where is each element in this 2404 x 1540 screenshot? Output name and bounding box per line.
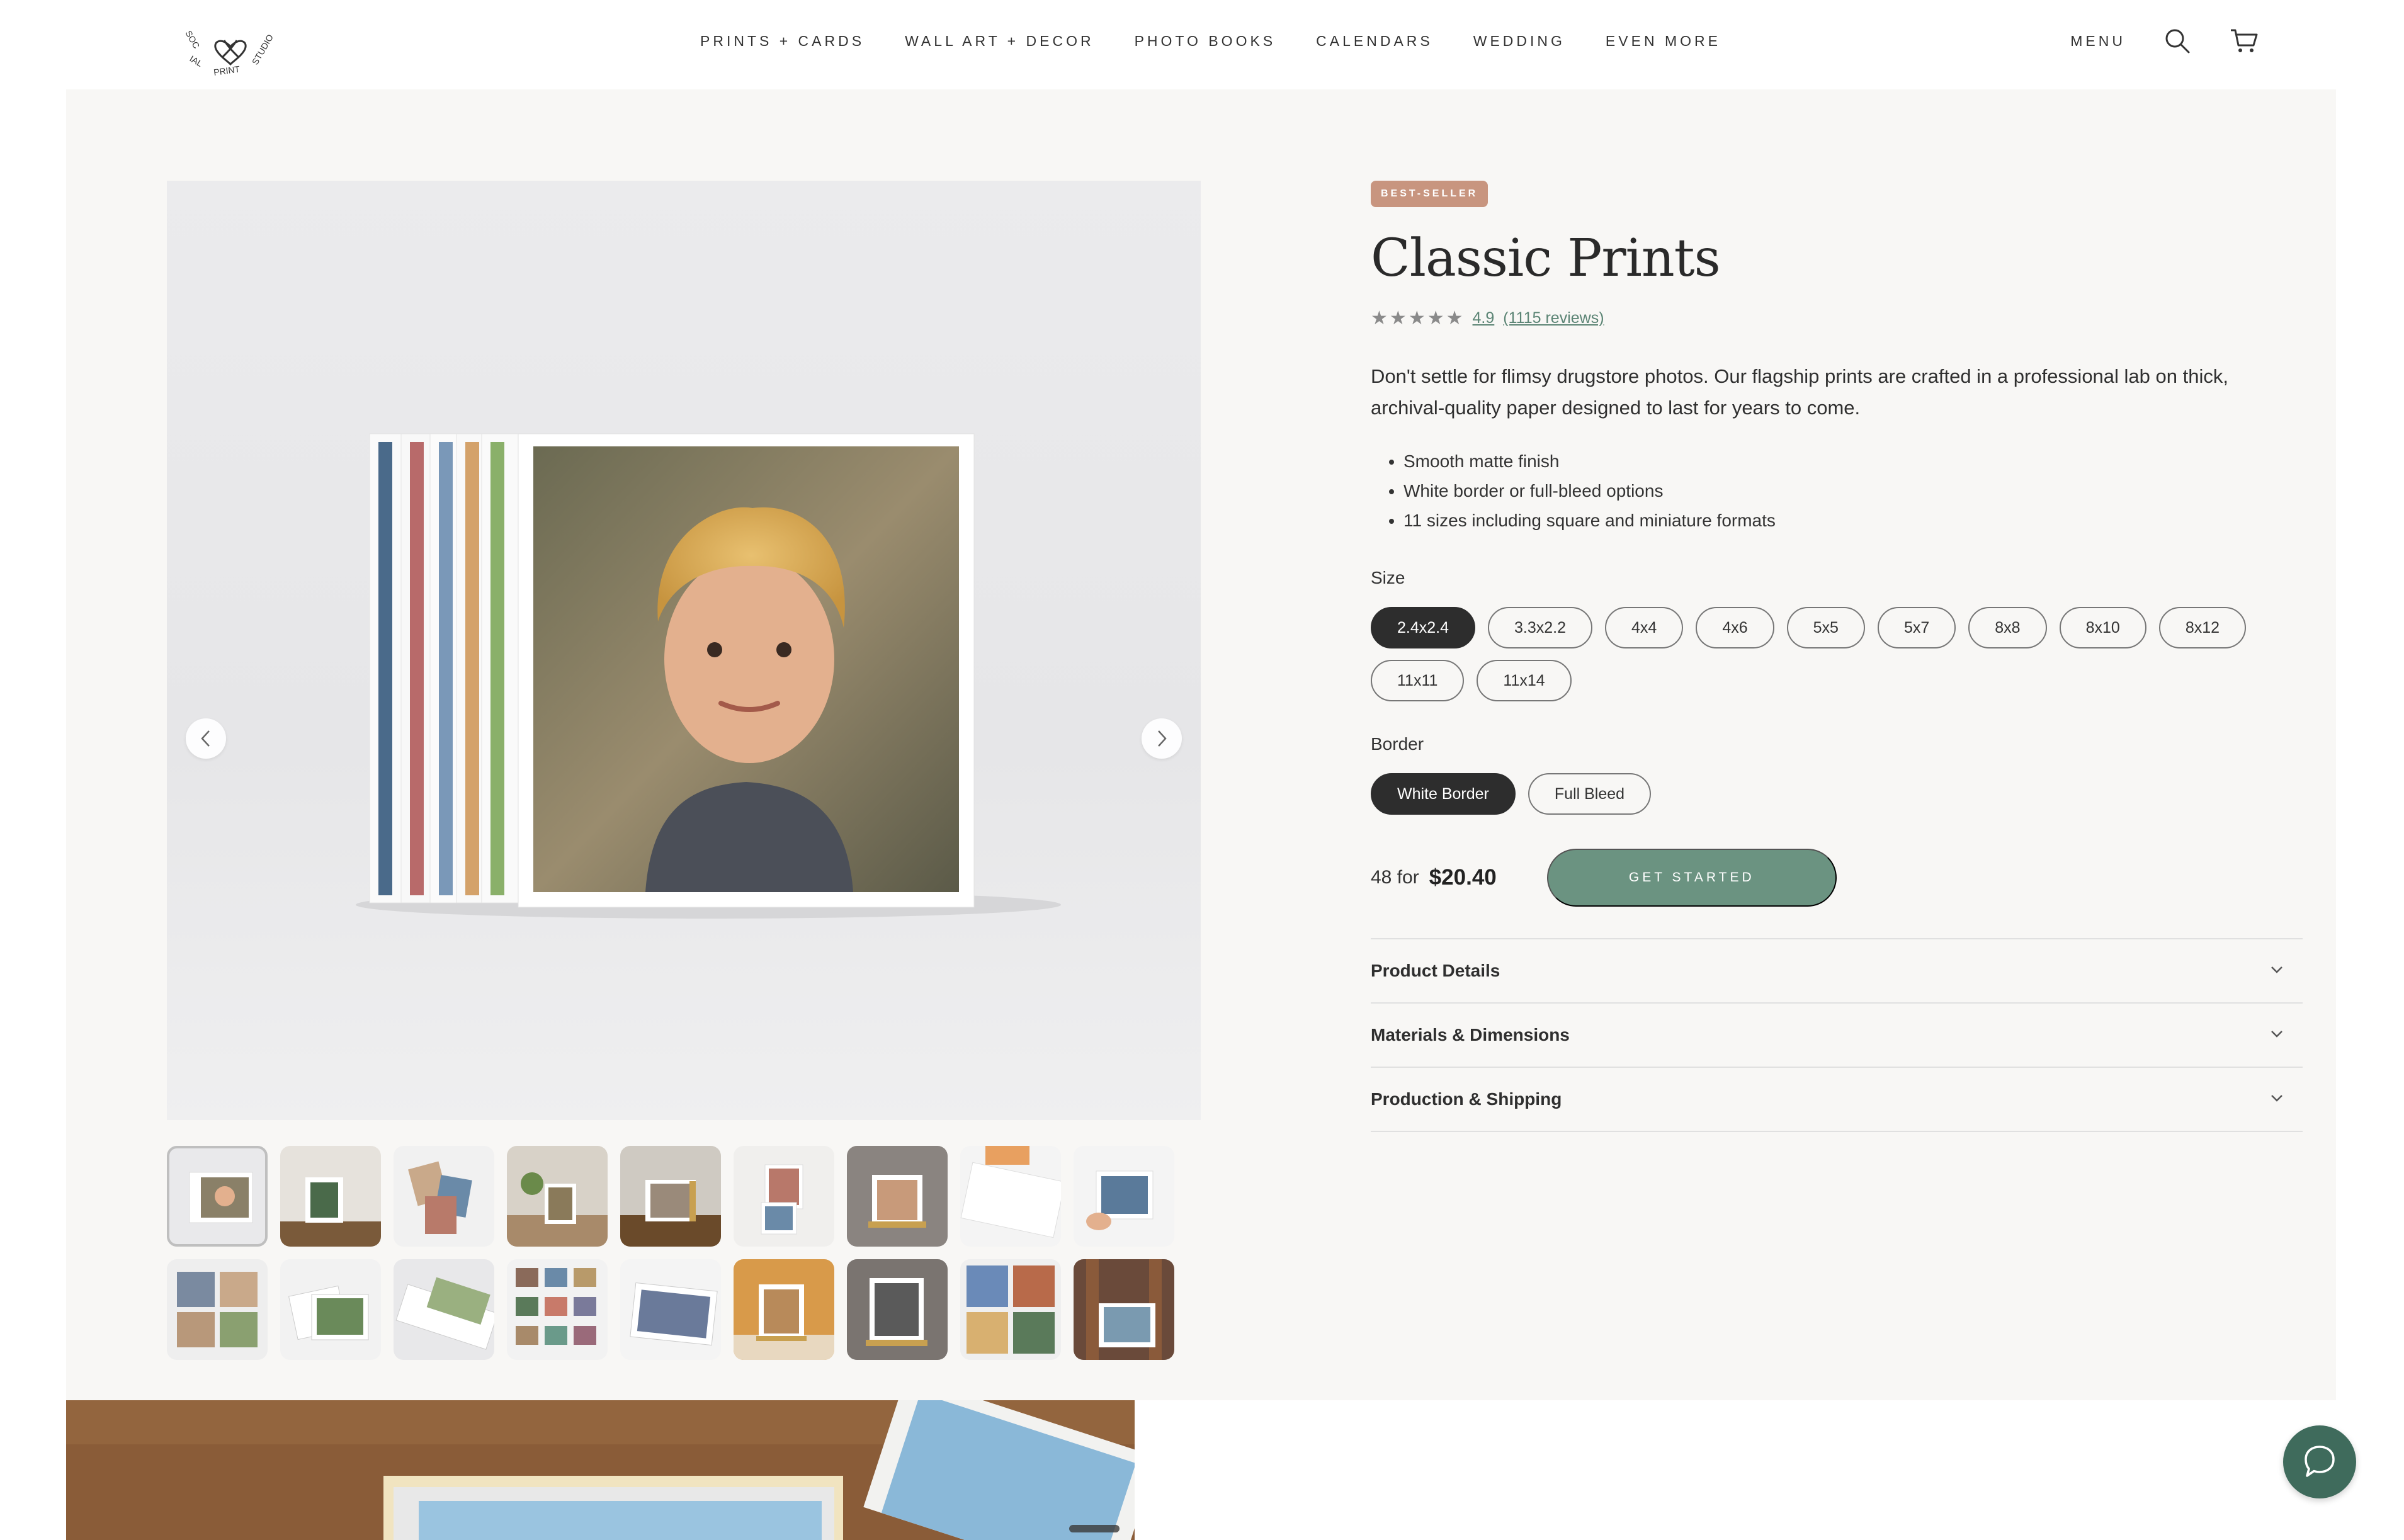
thumbnail-8[interactable] (960, 1146, 1061, 1247)
product-accordion: Product Details Materials & Dimensions P… (1371, 938, 2303, 1132)
chat-help-button[interactable] (2283, 1425, 2356, 1498)
border-option-full-bleed[interactable]: Full Bleed (1528, 773, 1652, 815)
thumbnail-4[interactable] (507, 1146, 608, 1247)
price-value: $20.40 (1429, 865, 1497, 890)
rating-stars: ★ ★ ★ ★ ★ (1371, 307, 1464, 329)
star-icon: ★ (1371, 308, 1388, 329)
feature-list: Smooth matte finish White border or full… (1371, 446, 2303, 535)
size-option-4x4[interactable]: 4x4 (1605, 607, 1684, 648)
star-icon: ★ (1408, 308, 1426, 329)
thumbnail-16[interactable] (847, 1259, 948, 1360)
thumbnail-11[interactable] (280, 1259, 381, 1360)
feature-item: Smooth matte finish (1403, 446, 2303, 476)
svg-text:STUDIO: STUDIO (250, 33, 275, 67)
carousel-next-button[interactable] (1142, 718, 1182, 759)
size-option-8x10[interactable]: 8x10 (2059, 607, 2146, 648)
accordion-label: Production & Shipping (1371, 1089, 1562, 1109)
reviews-link[interactable]: (1115 reviews) (1503, 309, 1604, 327)
header-actions: MENU (2070, 0, 2259, 82)
accordion-label: Materials & Dimensions (1371, 1025, 1570, 1045)
thumbnail-10[interactable] (167, 1259, 268, 1360)
star-icon: ★ (1389, 308, 1407, 329)
accordion-label: Product Details (1371, 961, 1500, 980)
carousel-scroll-handle[interactable] (1069, 1525, 1120, 1532)
thumbnail-7[interactable] (847, 1146, 948, 1247)
thumbnail-17[interactable] (960, 1259, 1061, 1360)
product-description: Don't settle for flimsy drugstore photos… (1371, 365, 2228, 419)
size-option-5x5[interactable]: 5x5 (1786, 607, 1865, 648)
thumbnail-1[interactable] (167, 1146, 268, 1247)
carousel-prev-button[interactable] (186, 718, 226, 759)
thumbnail-15[interactable] (734, 1259, 834, 1360)
thumbnail-12[interactable] (394, 1259, 494, 1360)
svg-text:SOC: SOC (183, 29, 201, 50)
product-panel: BEST-SELLER Classic Prints ★ ★ ★ ★ ★ 4.9… (66, 89, 2336, 1400)
nav-prints-cards[interactable]: PRINTS + CARDS (700, 33, 865, 50)
product-info: BEST-SELLER Classic Prints ★ ★ ★ ★ ★ 4.9… (1371, 181, 2303, 1132)
chevron-down-icon (2270, 1094, 2284, 1106)
nav-wall-art-decor[interactable]: WALL ART + DECOR (905, 33, 1094, 50)
size-option-8x8[interactable]: 8x8 (1968, 607, 2047, 648)
accordion-production-shipping[interactable]: Production & Shipping (1371, 1068, 2303, 1132)
border-label: Border (1371, 734, 1424, 754)
chevron-down-icon (2270, 965, 2284, 977)
size-option-5x7[interactable]: 5x7 (1877, 607, 1956, 648)
svg-text:PRINT: PRINT (213, 64, 241, 77)
main-nav: PRINTS + CARDS WALL ART + DECOR PHOTO BO… (700, 0, 1721, 82)
price-quantity: 48 for (1371, 867, 1419, 888)
nav-even-more[interactable]: EVEN MORE (1606, 33, 1721, 50)
nav-calendars[interactable]: CALENDARS (1316, 33, 1433, 50)
best-seller-badge: BEST-SELLER (1371, 181, 1488, 207)
get-started-button[interactable]: GET STARTED (1546, 849, 1837, 907)
thumbnail-5[interactable] (620, 1146, 721, 1247)
cart-icon[interactable] (2229, 26, 2259, 56)
product-title: Classic Prints (1371, 229, 1721, 288)
thumbnail-14[interactable] (620, 1259, 721, 1360)
product-main-image (167, 181, 1201, 1120)
size-option-2-4x2-4[interactable]: 2.4x2.4 (1371, 607, 1476, 648)
chevron-down-icon (2270, 1029, 2284, 1041)
nav-photo-books[interactable]: PHOTO BOOKS (1135, 33, 1276, 50)
star-icon: ★ (1446, 308, 1464, 329)
brand-logo[interactable]: SOC IAL PRINT STUDIO (176, 10, 285, 79)
rating-value-link[interactable]: 4.9 (1473, 309, 1495, 327)
accordion-product-details[interactable]: Product Details (1371, 939, 2303, 1004)
thumbnail-6[interactable] (734, 1146, 834, 1247)
thumbnail-3[interactable] (394, 1146, 494, 1247)
nav-wedding[interactable]: WEDDING (1473, 33, 1565, 50)
border-option-white[interactable]: White Border (1371, 773, 1516, 815)
site-header: SOC IAL PRINT STUDIO PRINTS + CARDS WALL… (0, 0, 2404, 89)
feature-item: White border or full-bleed options (1403, 476, 2303, 506)
feature-item: 11 sizes including square and miniature … (1403, 506, 2303, 535)
size-label: Size (1371, 568, 1405, 587)
size-option-3-3x2-2[interactable]: 3.3x2.2 (1488, 607, 1593, 648)
price-row: 48 for $20.40 GET STARTED (1371, 849, 2303, 907)
size-option-11x14[interactable]: 11x14 (1477, 660, 1572, 701)
lifestyle-image (66, 1400, 1135, 1540)
accordion-materials-dimensions[interactable]: Materials & Dimensions (1371, 1004, 2303, 1068)
search-icon[interactable] (2162, 26, 2192, 56)
size-option-8x12[interactable]: 8x12 (2158, 607, 2247, 648)
border-options: White Border Full Bleed (1371, 773, 2303, 815)
thumbnail-2[interactable] (280, 1146, 381, 1247)
thumbnail-9[interactable] (1074, 1146, 1174, 1247)
thumbnail-13[interactable] (507, 1259, 608, 1360)
star-icon: ★ (1427, 308, 1445, 329)
size-option-4x6[interactable]: 4x6 (1696, 607, 1774, 648)
size-options: 2.4x2.4 3.3x2.2 4x4 4x6 5x5 5x7 8x8 8x10… (1371, 607, 2303, 701)
rating-row: ★ ★ ★ ★ ★ 4.9 (1115 reviews) (1371, 307, 2303, 329)
size-option-11x11[interactable]: 11x11 (1371, 660, 1465, 701)
thumbnail-18[interactable] (1074, 1259, 1174, 1360)
menu-button[interactable]: MENU (2070, 33, 2126, 50)
svg-text:IAL: IAL (188, 54, 205, 69)
